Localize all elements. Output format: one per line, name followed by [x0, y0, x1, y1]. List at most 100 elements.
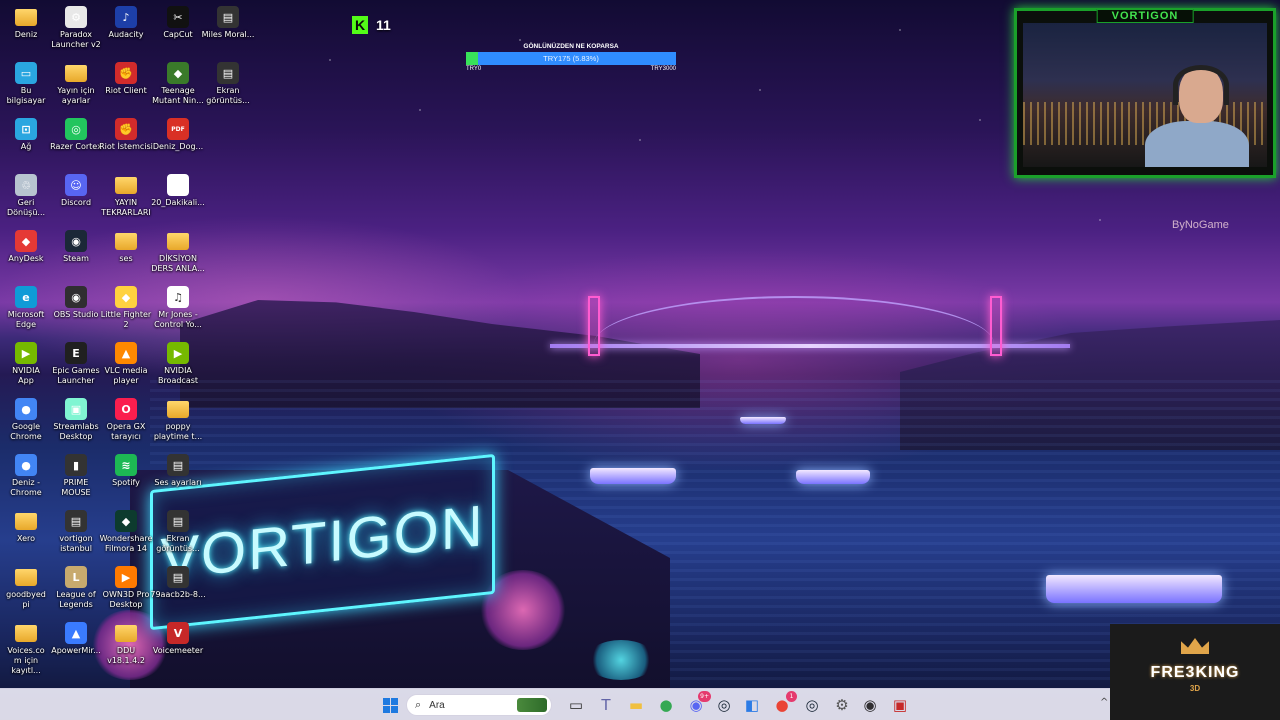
desktop-icon-riot-client[interactable]: ✊ Riot Client: [98, 62, 154, 96]
desktop-icon-yayin-icin-ayarlar[interactable]: Yayın için ayarlar: [48, 62, 104, 106]
desktop-icon-apowermirror[interactable]: ▲ ApowerMir...: [48, 622, 104, 656]
desktop-icon-79aacb2b[interactable]: ▤ 79aacb2b-8...: [150, 566, 206, 600]
desktop-icon-league-of-legends[interactable]: L League of Legends: [48, 566, 104, 610]
desktop-icon-capcut[interactable]: ✂ CapCut: [150, 6, 206, 40]
desktop-icon-diksiyon[interactable]: DİKSİYON DERS ANLA...: [150, 230, 206, 274]
desktop-icon-ses-folder[interactable]: ses: [98, 230, 154, 264]
desktop-icon-steam[interactable]: ◉ Steam: [48, 230, 104, 264]
taskbar-teams[interactable]: T: [596, 695, 616, 715]
desktop-icon-riot-istemcisi[interactable]: ✊ Riot İstemcisi: [98, 118, 154, 152]
taskbar-app-3[interactable]: ◧: [742, 695, 762, 715]
desktop-icon-vortigon-istanbul[interactable]: ▤ vortigon istanbul: [48, 510, 104, 554]
desktop-icon-voicemeeter[interactable]: V Voicemeeter: [150, 622, 206, 656]
nvidia-icon: ▶: [167, 342, 189, 364]
steam-icon: ◎: [717, 696, 731, 714]
desktop-icon-nvidia-broadcast[interactable]: ▶ NVIDIA Broadcast: [150, 342, 206, 386]
taskbar-voicemeeter[interactable]: ▣: [890, 695, 910, 715]
desktop-icon-poppy-playtime[interactable]: poppy playtime t...: [150, 398, 206, 442]
desktop-icon-label: Opera GX tarayıcı: [106, 422, 146, 441]
desktop-icon-audacity[interactable]: ♪ Audacity: [98, 6, 154, 40]
desktop-icon-label: NVIDIA Broadcast: [157, 366, 199, 385]
desktop-icon-teenage-mutant[interactable]: ◆ Teenage Mutant Nin...: [150, 62, 206, 106]
desktop-icon-label: Riot İstemcisi: [99, 142, 153, 151]
desktop-icon-paradox-launcher[interactable]: ⚙ Paradox Launcher v2: [48, 6, 104, 50]
desktop-icon-deniz-dog[interactable]: PDF Deniz_Dog...: [150, 118, 206, 152]
taskbar-steam[interactable]: ◎: [714, 695, 734, 715]
desktop-icon-streamlabs[interactable]: ▣ Streamlabs Desktop: [48, 398, 104, 442]
desktop-icon-label: Teenage Mutant Nin...: [152, 86, 204, 105]
mp3-icon: ♫: [167, 286, 189, 308]
desktop-icon-label: CapCut: [163, 30, 193, 39]
chrome-icon: ●: [15, 398, 37, 420]
desktop-icon-epic-games[interactable]: E Epic Games Launcher: [48, 342, 104, 386]
wallpaper-bridge-cable: [594, 296, 994, 344]
taskbar-obs[interactable]: ◉: [860, 695, 880, 715]
desktop-icon-label: VLC media player: [104, 366, 148, 385]
network-icon: ⊡: [15, 118, 37, 140]
taskbar-settings[interactable]: ⚙: [832, 695, 852, 715]
donation-goal-progress-text: TRY175 (5.83%): [543, 54, 599, 63]
desktop-icon-prime-mouse[interactable]: ▮ PRIME MOUSE: [48, 454, 104, 498]
taskbar-task-view[interactable]: ▭: [566, 695, 586, 715]
desktop-icon-label: Google Chrome: [10, 422, 42, 441]
desktop-icon-razer-cortex[interactable]: ◎ Razer Cortex: [48, 118, 104, 152]
desktop-icon-google-chrome[interactable]: ● Google Chrome: [4, 398, 48, 442]
desktop-icon-label: vortigon istanbul: [59, 534, 93, 553]
desktop-icon-geri-donusum[interactable]: ♲ Geri Dönüşü...: [4, 174, 48, 218]
crown-icon: [1181, 638, 1209, 654]
game-icon: ◆: [167, 62, 189, 84]
desktop-icon-label: YAYIN TEKRARLARI: [101, 198, 151, 217]
desktop-icon-opera-gx[interactable]: O Opera GX tarayıcı: [98, 398, 154, 442]
desktop-icon-little-fighter[interactable]: ◆ Little Fighter 2: [98, 286, 154, 330]
taskbar-chrome-profile[interactable]: ● 1: [772, 691, 797, 715]
discord-icon: ☺: [65, 174, 87, 196]
start-button[interactable]: [380, 695, 400, 715]
desktop-icon-label: NVIDIA App: [12, 366, 40, 385]
desktop-icon-mr-jones[interactable]: ♫ Mr Jones - Control Yo...: [150, 286, 206, 330]
notification-badge: 9+: [698, 691, 711, 702]
desktop-icon-deniz-folder[interactable]: Deniz: [4, 6, 48, 40]
desktop-icon-ekran-goruntusu-1[interactable]: ▤ Ekran görüntüs...: [200, 62, 256, 106]
desktop-icon-voices-com[interactable]: Voices.com için kayıtl...: [4, 622, 48, 676]
desktop-icon-label: Ekran görüntüs...: [156, 534, 200, 553]
desktop-icon-label: Ses ayarları: [154, 478, 202, 487]
vlc-icon: ▲: [115, 342, 137, 364]
desktop-icon-nvidia-app[interactable]: ▶ NVIDIA App: [4, 342, 48, 386]
desktop-icon-ses-ayarlari[interactable]: ▤ Ses ayarları: [150, 454, 206, 488]
desktop-icon-goodbyedpi[interactable]: goodbyedpi: [4, 566, 48, 610]
desktop-icon-spotify[interactable]: ≋ Spotify: [98, 454, 154, 488]
desktop-icon-ddu[interactable]: DDU v18.1.4.2: [98, 622, 154, 666]
desktop-icon-label: ApowerMir...: [51, 646, 101, 655]
taskbar-chrome[interactable]: ●: [656, 695, 676, 715]
desktop-icon-label: Voicemeeter: [152, 646, 204, 655]
donation-goal-bar: TRY175 (5.83%): [466, 52, 676, 65]
wallpaper-boat: [796, 470, 870, 484]
desktop-icon-ag[interactable]: ⊡ Ağ: [4, 118, 48, 152]
kick-viewer-counter: K 11: [352, 16, 391, 34]
desktop-icon-label: Voices.com için kayıtl...: [7, 646, 45, 675]
apower-icon: ▲: [65, 622, 87, 644]
desktop-icon-own3d-pro[interactable]: ▶ OWN3D Pro Desktop: [98, 566, 154, 610]
folder-icon: [115, 177, 137, 194]
desktop-icon-20-dakikali[interactable]: 20_Dakikali...: [150, 174, 206, 208]
anydesk-icon: ◆: [15, 230, 37, 252]
desktop-icon-vlc[interactable]: ▲ VLC media player: [98, 342, 154, 386]
desktop-icon-microsoft-edge[interactable]: e Microsoft Edge: [4, 286, 48, 330]
desktop-icon-yayin-tekrarlari[interactable]: YAYIN TEKRARLARI: [98, 174, 154, 218]
desktop-icon-obs-studio[interactable]: ◉ OBS Studio: [48, 286, 104, 320]
taskbar-steam-2[interactable]: ◎: [802, 695, 822, 715]
desktop-icon-label: Streamlabs Desktop: [53, 422, 99, 441]
chevron-up-icon[interactable]: ^: [1100, 697, 1108, 708]
taskbar-file-explorer[interactable]: ▬: [626, 695, 646, 715]
taskbar-search[interactable]: ⌕ Ara: [406, 694, 552, 716]
desktop-icon-deniz-chrome[interactable]: ● Deniz - Chrome: [4, 454, 48, 498]
desktop-icon-label: Paradox Launcher v2: [51, 30, 101, 49]
desktop-icon-bu-bilgisayar[interactable]: ▭ Bu bilgisayar: [4, 62, 48, 106]
desktop-icon-miles-moral[interactable]: ▤ Miles Moral...: [200, 6, 256, 40]
desktop-icon-discord[interactable]: ☺ Discord: [48, 174, 104, 208]
taskbar-discord[interactable]: ◉ 9+: [686, 691, 711, 715]
desktop-icon-xero[interactable]: Xero: [4, 510, 48, 544]
desktop-icon-wondershare-filmora[interactable]: ◆ Wondershare Filmora 14: [98, 510, 154, 554]
desktop-icon-anydesk[interactable]: ◆ AnyDesk: [4, 230, 48, 264]
desktop-icon-ekran-goruntusu-2[interactable]: ▤ Ekran görüntüs...: [150, 510, 206, 554]
